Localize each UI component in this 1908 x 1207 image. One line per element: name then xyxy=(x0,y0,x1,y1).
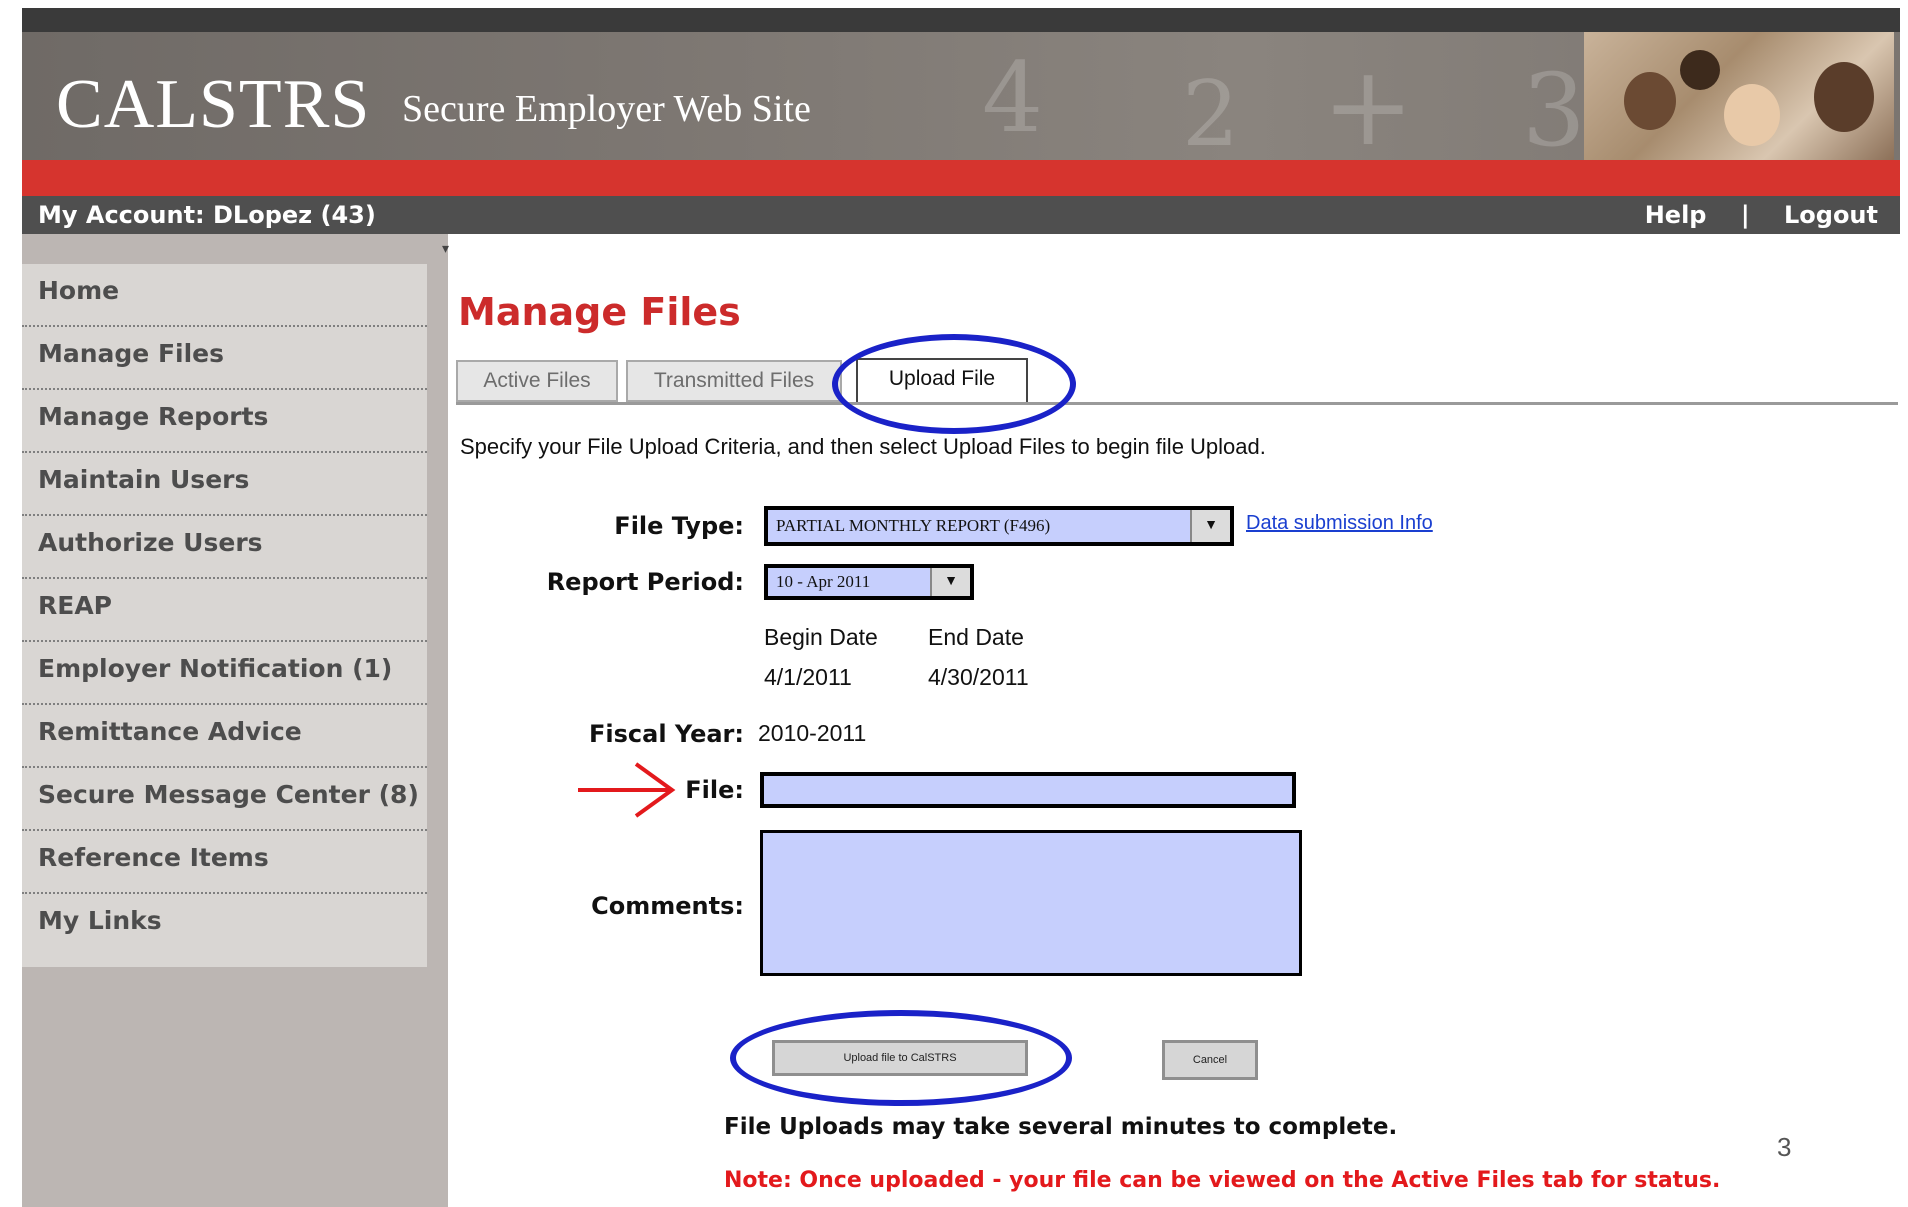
classroom-photo xyxy=(1584,32,1894,160)
fiscal-year-value: 2010-2011 xyxy=(758,720,867,746)
report-period-value: 10 - Apr 2011 xyxy=(776,572,871,591)
help-link[interactable]: Help xyxy=(1645,196,1707,234)
logout-link[interactable]: Logout xyxy=(1784,196,1878,234)
top-strip xyxy=(22,8,1900,32)
sidebar-item-manage-reports[interactable]: Manage Reports xyxy=(22,390,427,453)
fiscal-year-label: Fiscal Year: xyxy=(589,720,744,748)
sidebar-item-reference-items[interactable]: Reference Items xyxy=(22,831,427,894)
highlight-ellipse xyxy=(832,334,1076,434)
tab-transmitted-files[interactable]: Transmitted Files xyxy=(626,360,842,402)
file-type-label: File Type: xyxy=(614,512,744,540)
link-separator: | xyxy=(1740,201,1750,229)
main-content: Manage Files Active Files Transmitted Fi… xyxy=(448,234,1908,1207)
comments-label: Comments: xyxy=(591,892,744,920)
sidebar-item-secure-message-center[interactable]: Secure Message Center (8) xyxy=(22,768,427,831)
file-input[interactable] xyxy=(760,772,1296,808)
sidebar-item-remittance-advice[interactable]: Remittance Advice xyxy=(22,705,427,768)
account-bar: My Account: DLopez (43) Help | Logout xyxy=(22,196,1900,234)
comments-textarea[interactable] xyxy=(760,830,1302,976)
sidebar-item-reap[interactable]: REAP xyxy=(22,579,427,642)
site-header: 4 2 + 3 CALSTRS Secure Employer Web Site xyxy=(22,32,1900,160)
active-files-status-note: Note: Once uploaded - your file can be v… xyxy=(724,1168,1721,1193)
my-account-label: My Account: DLopez (43) xyxy=(38,201,376,229)
sidebar-item-maintain-users[interactable]: Maintain Users xyxy=(22,453,427,516)
file-type-value: PARTIAL MONTHLY REPORT (F496) xyxy=(776,516,1051,535)
file-label: File: xyxy=(685,776,744,804)
upload-duration-notice: File Uploads may take several minutes to… xyxy=(724,1114,1398,1140)
file-type-select[interactable]: PARTIAL MONTHLY REPORT (F496) ▼ xyxy=(764,506,1234,546)
sidebar-item-home[interactable]: Home xyxy=(22,264,427,327)
page-number: 3 xyxy=(1777,1132,1792,1162)
account-links: Help | Logout xyxy=(1645,196,1878,234)
chalkboard-decoration: 3 xyxy=(1522,52,1586,160)
header-accent-bar xyxy=(22,160,1900,196)
sidebar-nav: Home Manage Files Manage Reports Maintai… xyxy=(22,264,427,967)
highlight-ellipse xyxy=(730,1010,1072,1106)
chevron-down-icon[interactable]: ▼ xyxy=(1190,510,1230,542)
tab-divider xyxy=(456,402,1898,405)
report-period-select[interactable]: 10 - Apr 2011 ▼ xyxy=(764,564,974,600)
chevron-down-icon[interactable]: ▼ xyxy=(930,568,970,596)
begin-date-label: Begin Date xyxy=(764,624,878,650)
data-submission-info-link[interactable]: Data submission Info xyxy=(1246,512,1433,535)
sidebar-item-employer-notification[interactable]: Employer Notification (1) xyxy=(22,642,427,705)
report-period-label: Report Period: xyxy=(546,568,744,596)
sidebar-item-manage-files[interactable]: Manage Files xyxy=(22,327,427,390)
sidebar-item-my-links[interactable]: My Links xyxy=(22,894,427,957)
chalkboard-decoration: 2 xyxy=(1182,62,1240,160)
page-title: Manage Files xyxy=(458,290,741,334)
sidebar-item-authorize-users[interactable]: Authorize Users xyxy=(22,516,427,579)
calstrs-logo[interactable]: CALSTRS xyxy=(56,70,370,140)
end-date-value: 4/30/2011 xyxy=(928,664,1029,690)
chalkboard-decoration: + xyxy=(1322,42,1415,160)
end-date-label: End Date xyxy=(928,624,1024,650)
begin-date-value: 4/1/2011 xyxy=(764,664,852,690)
upload-instructions: Specify your File Upload Criteria, and t… xyxy=(460,434,1266,459)
tab-active-files[interactable]: Active Files xyxy=(456,360,618,402)
chalkboard-decoration: 4 xyxy=(982,42,1044,154)
site-title: Secure Employer Web Site xyxy=(402,88,811,130)
cancel-button[interactable]: Cancel xyxy=(1162,1040,1258,1080)
sidebar: ▾ Home Manage Files Manage Reports Maint… xyxy=(22,234,449,1207)
